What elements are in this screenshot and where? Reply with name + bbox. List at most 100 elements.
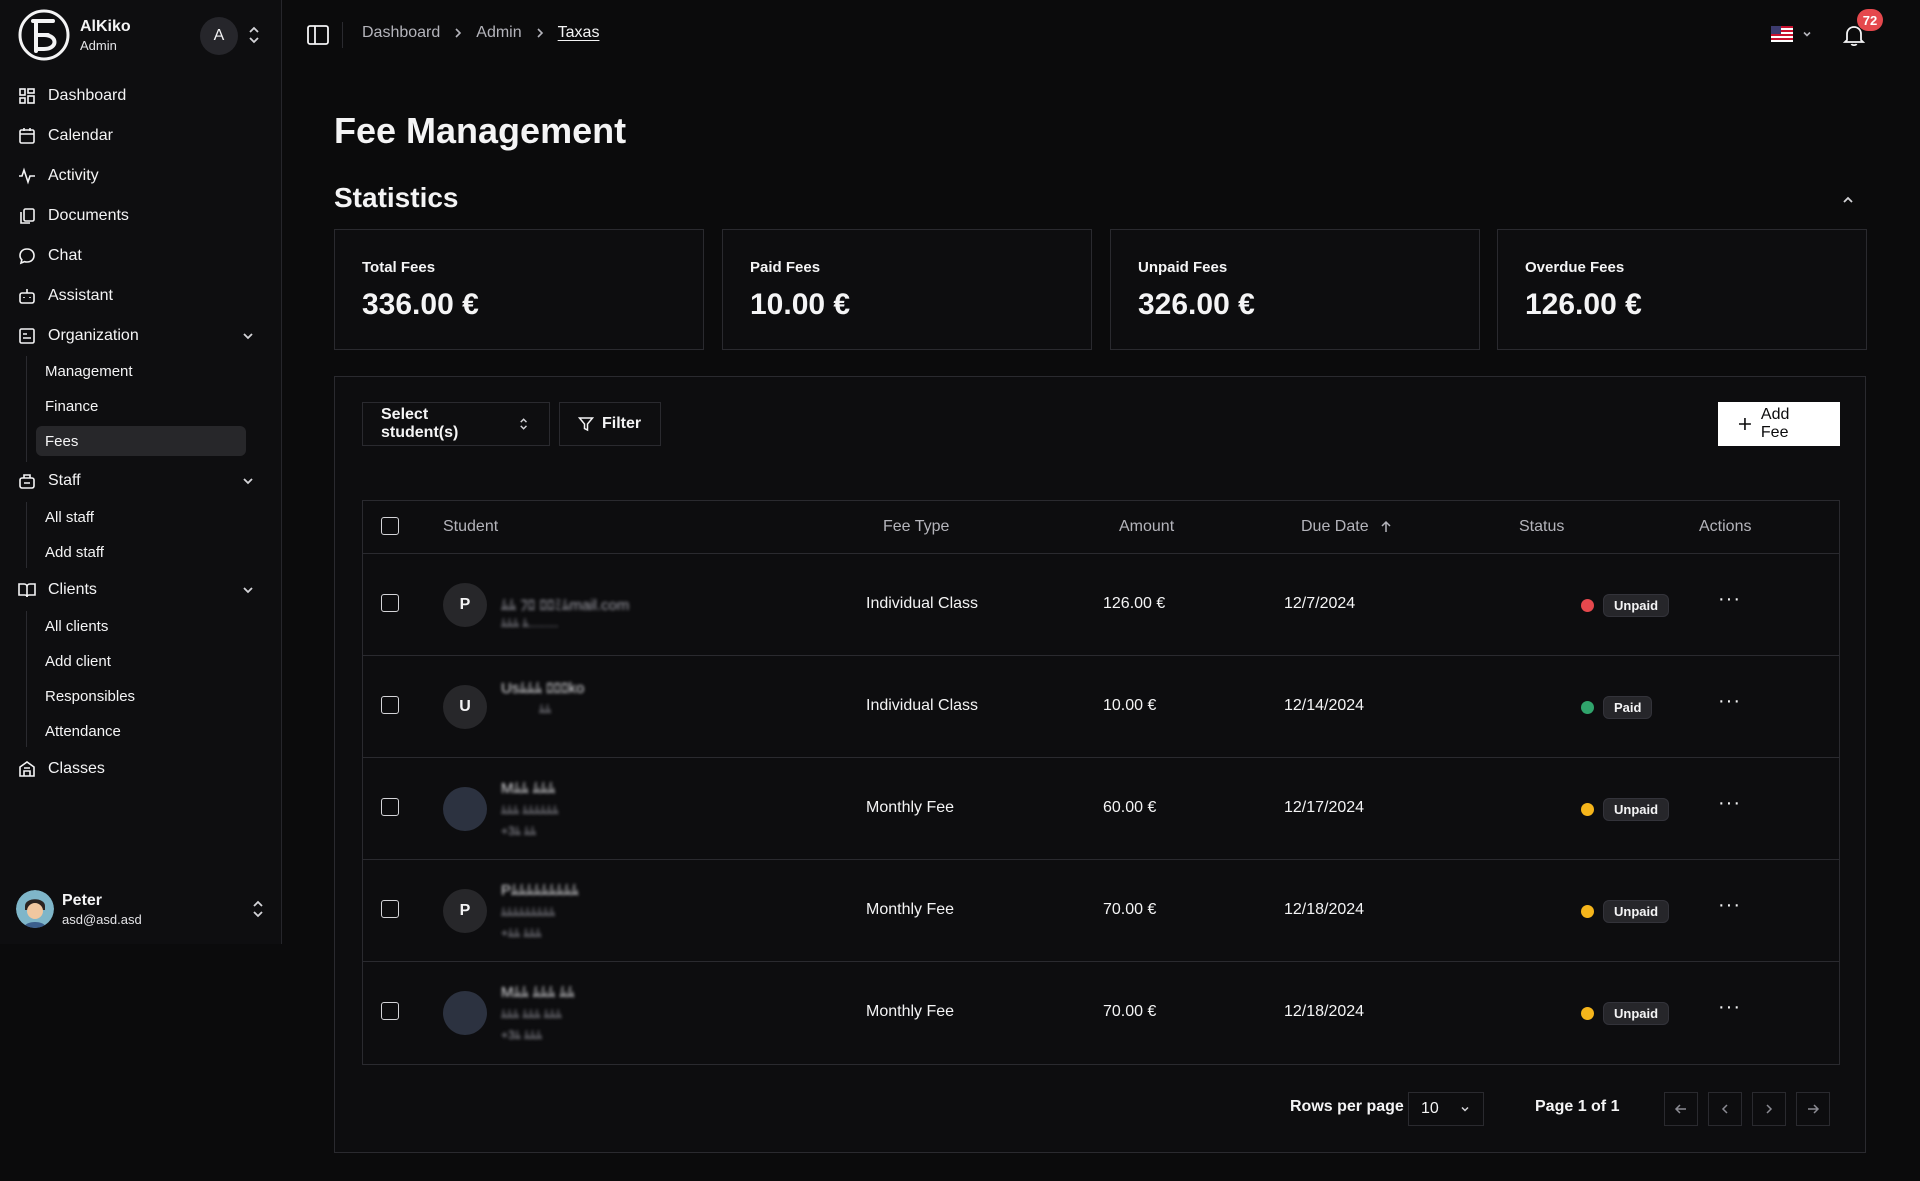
first-page-button[interactable] — [1664, 1092, 1698, 1126]
sidebar-subitem-responsibles[interactable]: Responsibles — [36, 681, 246, 711]
sidebar-subitem-add-staff[interactable]: Add staff — [36, 537, 246, 567]
student-detail: ﾑﾑ — [539, 702, 552, 716]
user-menu[interactable]: Peter asd@asd.asd — [16, 888, 266, 930]
select-students-button[interactable]: Select student(s) — [362, 402, 550, 446]
breadcrumb-current[interactable]: Taxas — [558, 24, 600, 42]
row-checkbox[interactable] — [381, 798, 399, 816]
add-fee-button[interactable]: Add Fee — [1718, 402, 1840, 446]
amount: 70.00 € — [1103, 901, 1157, 918]
breadcrumb-dashboard[interactable]: Dashboard — [362, 24, 440, 42]
arrow-up-icon — [1381, 520, 1391, 532]
sidebar-subitem-fees[interactable]: Fees — [36, 426, 246, 456]
student-phone: +3ﾑ ﾑﾑ — [501, 824, 537, 838]
sidebar-item-label: Chat — [48, 247, 82, 264]
last-page-button[interactable] — [1796, 1092, 1830, 1126]
chevron-down-icon[interactable] — [240, 582, 256, 598]
chevrons-up-down-icon[interactable] — [246, 24, 262, 46]
documents-icon — [20, 208, 35, 224]
status: Unpaid — [1581, 798, 1670, 821]
column-fee-type[interactable]: Fee Type — [883, 518, 949, 536]
table-row[interactable]: Mﾑﾑ ﾑﾑﾑ ﾑﾑﾑ ﾑﾑﾑﾑﾑﾑ +3ﾑ ﾑﾑ Monthly Fee 60… — [363, 758, 1839, 860]
chevron-down-icon[interactable] — [240, 473, 256, 489]
sidebar-subitem-add-client[interactable]: Add client — [36, 646, 246, 676]
row-actions-menu[interactable]: ··· — [1718, 691, 1741, 711]
row-actions-menu[interactable]: ··· — [1718, 997, 1741, 1017]
bot-icon — [19, 289, 35, 304]
app-role: Admin — [80, 37, 117, 53]
brand[interactable]: AlKiko Admin — [18, 8, 131, 62]
row-checkbox[interactable] — [381, 900, 399, 918]
breadcrumb-admin[interactable]: Admin — [476, 24, 521, 42]
stat-label: Total Fees — [362, 259, 436, 276]
table-row[interactable]: U Usﾑﾑﾑ ﾛﾛﾛko ﾑﾑ Individual Class 10.00 … — [363, 656, 1839, 758]
stat-label: Unpaid Fees — [1138, 259, 1228, 276]
chevron-down-icon — [1803, 31, 1811, 37]
column-amount[interactable]: Amount — [1119, 518, 1174, 536]
status: Paid — [1581, 696, 1653, 719]
filter-label: Filter — [602, 415, 642, 432]
filter-button[interactable]: Filter — [559, 402, 661, 446]
student-email: ﾑﾑﾑﾑﾑﾑﾑﾑﾑ — [501, 905, 556, 919]
avatar — [443, 787, 487, 831]
student-detail: ﾑﾑﾑ ﾑ......... — [501, 616, 559, 630]
column-student[interactable]: Student — [443, 518, 498, 536]
status: Unpaid — [1581, 594, 1670, 617]
sidebar-item-classes[interactable]: Classes — [8, 753, 266, 785]
sidebar-item-chat[interactable]: Chat — [8, 240, 266, 272]
due-date: 12/18/2024 — [1284, 901, 1365, 918]
sidebar-item-documents[interactable]: Documents — [8, 200, 266, 232]
student-email: ﾑﾑﾑ ﾑﾑﾑ ﾑﾑﾑ — [501, 1007, 562, 1021]
chat-icon — [19, 248, 35, 265]
account-avatar[interactable]: A — [200, 17, 238, 55]
sidebar-subitem-attendance[interactable]: Attendance — [36, 716, 246, 746]
sidebar-subitem-management[interactable]: Management — [36, 356, 246, 386]
calendar-icon — [19, 128, 35, 144]
book-icon — [18, 583, 36, 598]
sidebar-item-clients[interactable]: Clients — [8, 574, 266, 606]
row-checkbox[interactable] — [381, 696, 399, 714]
sidebar-subitem-finance[interactable]: Finance — [36, 391, 246, 421]
add-fee-label: Add Fee — [1760, 406, 1790, 441]
column-status[interactable]: Status — [1519, 518, 1564, 536]
chevron-down-icon[interactable] — [240, 328, 256, 344]
stat-card-unpaid: Unpaid Fees 326.00 € — [1110, 229, 1480, 350]
avatar — [443, 991, 487, 1035]
table-row[interactable]: P Pﾑﾑﾑﾑﾑﾑﾑﾑﾑ ﾑﾑﾑﾑﾑﾑﾑﾑﾑ +ﾑﾑ ﾑﾑﾑ Monthly F… — [363, 860, 1839, 962]
sidebar-item-staff[interactable]: Staff — [8, 465, 266, 497]
sidebar-item-calendar[interactable]: Calendar — [8, 120, 266, 152]
building-icon — [19, 761, 35, 777]
chevron-right-icon — [1766, 1104, 1773, 1114]
row-checkbox[interactable] — [381, 594, 399, 612]
rows-per-page-select[interactable]: 10 — [1408, 1092, 1484, 1126]
notification-count-badge: 72 — [1857, 9, 1883, 31]
sidebar-item-organization[interactable]: Organization — [8, 320, 266, 352]
previous-page-button[interactable] — [1708, 1092, 1742, 1126]
header-divider — [342, 22, 343, 48]
select-all-checkbox[interactable] — [381, 517, 399, 535]
next-page-button[interactable] — [1752, 1092, 1786, 1126]
row-actions-menu[interactable]: ··· — [1718, 895, 1741, 915]
row-actions-menu[interactable]: ··· — [1718, 589, 1741, 609]
fee-type: Monthly Fee — [866, 901, 955, 918]
language-selector[interactable] — [1771, 26, 1813, 42]
row-actions-menu[interactable]: ··· — [1718, 793, 1741, 813]
sidebar-subitem-all-staff[interactable]: All staff — [36, 502, 246, 532]
status-badge: Unpaid — [1603, 798, 1670, 821]
stat-value: 326.00 € — [1138, 288, 1255, 321]
stat-card-total: Total Fees 336.00 € — [334, 229, 704, 350]
sidebar-item-assistant[interactable]: Assistant — [8, 280, 266, 312]
stat-label: Overdue Fees — [1525, 259, 1625, 276]
sidebar-item-activity[interactable]: Activity — [8, 160, 266, 192]
column-due-date[interactable]: Due Date — [1301, 518, 1393, 536]
sidebar-item-dashboard[interactable]: Dashboard — [8, 80, 266, 112]
sidebar-toggle-icon[interactable] — [306, 23, 330, 47]
table-row[interactable]: Mﾑﾑ ﾑﾑﾑ ﾑﾑ ﾑﾑﾑ ﾑﾑﾑ ﾑﾑﾑ +3ﾑ ﾑﾑﾑ Monthly F… — [363, 962, 1839, 1064]
sidebar-item-label: Clients — [48, 581, 97, 598]
sidebar-subitem-all-clients[interactable]: All clients — [36, 611, 246, 641]
chevrons-up-down-icon[interactable] — [250, 898, 266, 920]
student-email: ﾑﾑﾑ ﾑﾑﾑﾑﾑﾑ — [501, 803, 559, 817]
table-row[interactable]: P ﾑﾑ ﾌﾛ ﾛﾛﾐﾑmail.com ﾑﾑﾑ ﾑ......... Indi… — [363, 554, 1839, 656]
chevron-up-icon[interactable] — [1838, 190, 1858, 210]
fee-type: Individual Class — [866, 697, 979, 714]
row-checkbox[interactable] — [381, 1002, 399, 1020]
